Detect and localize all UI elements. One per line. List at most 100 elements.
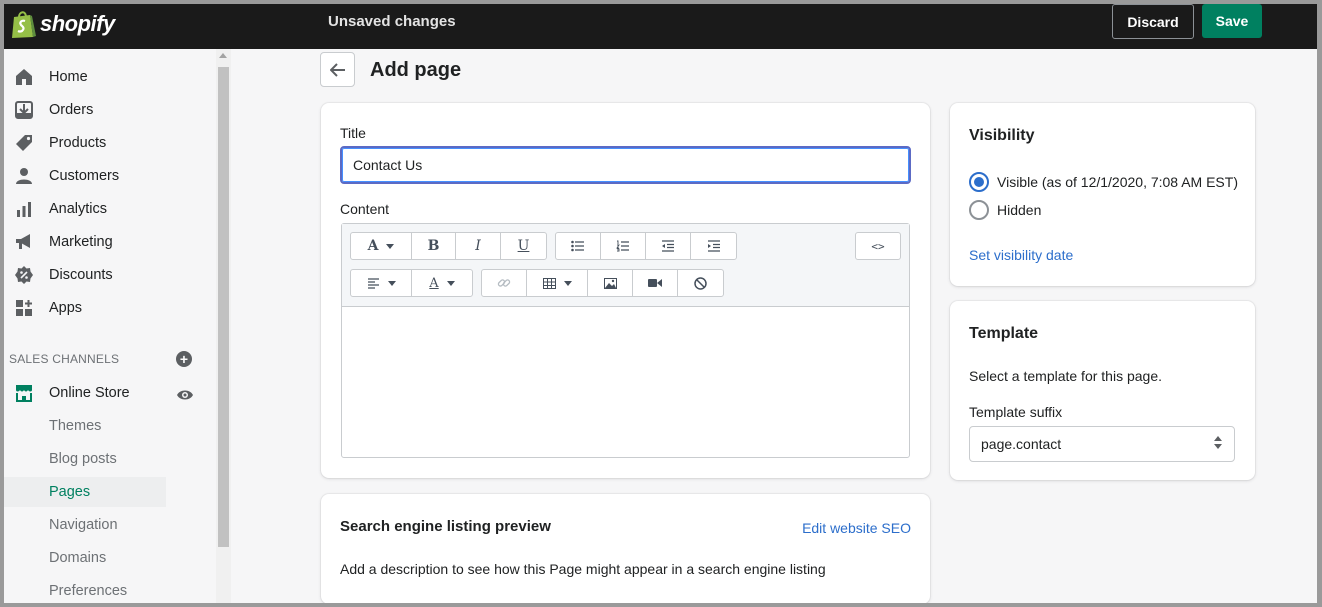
sidebar-subitem-label: Pages xyxy=(49,484,91,500)
title-label: Title xyxy=(340,125,366,141)
alignment-dropdown[interactable] xyxy=(351,270,412,296)
html-toggle-group: <> xyxy=(855,232,901,260)
sidebar-item-label: Home xyxy=(49,69,88,85)
clear-format-icon xyxy=(694,276,707,290)
seo-preview-card: Search engine listing preview Edit websi… xyxy=(321,494,930,603)
hidden-radio-label[interactable]: Hidden xyxy=(997,202,1041,218)
underline-icon: U xyxy=(517,238,530,254)
html-toggle-button[interactable]: <> xyxy=(856,233,900,259)
scroll-up-arrow-icon[interactable] xyxy=(219,53,227,58)
sidebar-item-marketing[interactable]: Marketing xyxy=(4,227,212,257)
table-dropdown[interactable] xyxy=(527,270,588,296)
store-icon xyxy=(14,383,34,403)
clear-formatting-button[interactable] xyxy=(678,270,723,296)
eye-icon[interactable] xyxy=(176,388,194,405)
save-button[interactable]: Save xyxy=(1202,4,1262,38)
bullet-list-button[interactable] xyxy=(556,233,601,259)
edit-seo-link[interactable]: Edit website SEO xyxy=(802,520,911,536)
rich-text-editor[interactable]: A B I U <> A xyxy=(341,223,910,458)
sidebar-item-analytics[interactable]: Analytics xyxy=(4,194,212,224)
page-title: Add page xyxy=(370,59,462,81)
indent-button[interactable] xyxy=(691,233,736,259)
template-description: Select a template for this page. xyxy=(969,368,1162,384)
hidden-radio[interactable] xyxy=(969,200,989,220)
title-input[interactable] xyxy=(340,146,911,184)
visibility-heading: Visibility xyxy=(969,127,1035,144)
sidebar-subitem-preferences[interactable]: Preferences xyxy=(4,576,166,603)
sidebar-item-label: Online Store xyxy=(49,385,130,401)
sidebar-subitem-domains[interactable]: Domains xyxy=(4,543,166,573)
sidebar-item-products[interactable]: Products xyxy=(4,128,212,158)
sidebar-item-home[interactable]: Home xyxy=(4,62,212,92)
bold-button[interactable]: B xyxy=(412,233,456,259)
bullet-list-icon xyxy=(571,240,584,252)
sidebar-item-customers[interactable]: Customers xyxy=(4,161,212,191)
font-style-dropdown[interactable]: A xyxy=(351,233,412,259)
set-visibility-date-link[interactable]: Set visibility date xyxy=(969,247,1073,263)
bar-chart-icon xyxy=(14,199,34,219)
sidebar-item-discounts[interactable]: Discounts xyxy=(4,260,212,290)
add-sales-channel-icon[interactable]: + xyxy=(176,351,192,367)
template-card: Template Select a template for this page… xyxy=(950,301,1255,480)
sidebar-subitem-navigation[interactable]: Navigation xyxy=(4,510,166,540)
editor-toolbar: A B I U <> A xyxy=(342,224,909,307)
sidebar-subitem-label: Navigation xyxy=(49,517,118,533)
font-icon: A xyxy=(367,238,379,254)
numbered-list-button[interactable] xyxy=(601,233,646,259)
sidebar-item-label: Orders xyxy=(49,102,94,118)
select-arrows-icon xyxy=(1214,436,1222,449)
template-suffix-select[interactable]: page.contact xyxy=(969,426,1235,462)
sidebar-item-label: Customers xyxy=(49,168,120,184)
sidebar-item-label: Marketing xyxy=(49,234,113,250)
sidebar-subitem-label: Domains xyxy=(49,550,107,566)
content-label: Content xyxy=(340,201,390,217)
align-color-group: A xyxy=(350,269,473,297)
italic-button[interactable]: I xyxy=(456,233,501,259)
editor-body[interactable] xyxy=(342,308,909,457)
brand-name: shopify xyxy=(40,11,115,36)
numbered-list-icon xyxy=(616,240,629,252)
sidebar-subitem-pages[interactable]: Pages xyxy=(4,477,166,507)
text-color-icon: A xyxy=(429,275,439,291)
sidebar-item-apps[interactable]: Apps xyxy=(4,293,212,323)
unsaved-changes-label: Unsaved changes xyxy=(328,13,456,30)
seo-description: Add a description to see how this Page m… xyxy=(340,561,826,577)
apps-icon xyxy=(14,298,34,318)
list-group xyxy=(555,232,737,260)
indent-icon xyxy=(707,240,720,252)
underline-button[interactable]: U xyxy=(501,233,546,259)
bold-icon: B xyxy=(427,238,440,254)
insert-image-button[interactable] xyxy=(588,270,633,296)
template-heading: Template xyxy=(969,325,1039,342)
sidebar-subitem-label: Themes xyxy=(49,418,102,434)
sidebar-item-label: Products xyxy=(49,135,107,151)
outdent-button[interactable] xyxy=(646,233,691,259)
link-button[interactable] xyxy=(482,270,527,296)
person-icon xyxy=(14,166,34,186)
align-left-icon xyxy=(367,277,379,289)
back-button[interactable] xyxy=(320,52,355,87)
visible-radio[interactable] xyxy=(969,172,989,192)
table-icon xyxy=(542,277,556,289)
megaphone-icon xyxy=(14,232,34,252)
link-icon xyxy=(497,279,511,287)
home-icon xyxy=(14,67,34,87)
sidebar-item-orders[interactable]: Orders xyxy=(4,95,212,125)
sidebar-subitem-blog-posts[interactable]: Blog posts xyxy=(4,444,166,474)
sidebar-subitem-label: Blog posts xyxy=(49,451,117,467)
visible-radio-label[interactable]: Visible (as of 12/1/2020, 7:08 AM EST) xyxy=(997,174,1238,190)
insert-video-button[interactable] xyxy=(633,270,678,296)
arrow-left-icon xyxy=(329,62,345,77)
tag-icon xyxy=(14,133,34,153)
scrollbar-thumb[interactable] xyxy=(218,67,229,547)
discard-button[interactable]: Discard xyxy=(1112,4,1194,39)
sidebar-scrollbar[interactable] xyxy=(216,49,231,603)
sales-channels-heading: SALES CHANNELS xyxy=(9,352,120,366)
text-color-dropdown[interactable]: A xyxy=(412,270,472,296)
video-icon xyxy=(648,279,662,287)
sidebar-subitem-themes[interactable]: Themes xyxy=(4,411,166,441)
shopify-logo[interactable]: shopify xyxy=(10,9,115,39)
template-suffix-value: page.contact xyxy=(981,436,1062,452)
visibility-card: Visibility Visible (as of 12/1/2020, 7:0… xyxy=(950,103,1255,286)
sidebar-item-label: Analytics xyxy=(49,201,108,217)
